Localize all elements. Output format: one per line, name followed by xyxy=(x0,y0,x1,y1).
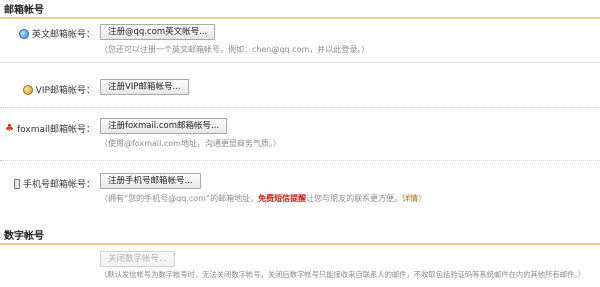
foxmail-logo-icon: ♣ xyxy=(5,122,14,134)
english-account-label: 英文邮箱帐号： xyxy=(31,30,95,40)
foxmail-account-label-row: ♣ foxmail邮箱帐号： xyxy=(4,122,95,135)
mobile-account-hint: （拥有“您的手机号@qq.com”的邮箱地址，免费短信提醒让您与朋友的联系更方便… xyxy=(100,193,426,204)
english-account-label-row: 英文邮箱帐号： xyxy=(18,27,95,40)
digit-account-header: 数字帐号 xyxy=(0,226,600,245)
digit-account-title: 数字帐号 xyxy=(4,231,44,242)
register-foxmail-account-button[interactable]: 注册foxmail.com邮箱帐号... xyxy=(100,118,228,134)
vip-account-label-row: VIP邮箱帐号： xyxy=(22,83,95,96)
mobile-hint-end: ） xyxy=(418,194,427,203)
details-link[interactable]: 详情 xyxy=(402,194,418,203)
foxmail-account-label: foxmail邮箱帐号： xyxy=(16,125,95,135)
mobile-hint-prefix: （拥有“您的手机号@qq.com”的邮箱地址， xyxy=(100,194,259,203)
english-account-hint: （您还可以注册一个英文邮箱帐号，例如：chen@qq.com，并以此登录。） xyxy=(100,45,370,54)
divider xyxy=(0,62,600,63)
mail-accounts-title: 邮箱帐号 xyxy=(4,5,44,16)
mobile-phone-icon xyxy=(13,178,20,189)
foxmail-account-hint: （使用@foxmail.com地址，沟通更显商务气质。） xyxy=(100,139,281,148)
register-english-account-button[interactable]: 注册@qq.com英文帐号... xyxy=(100,24,216,40)
mobile-account-label: 手机号邮箱帐号： xyxy=(22,180,95,190)
mobile-hint-suffix: 让您与朋友的联系更方便。 xyxy=(306,194,403,203)
register-mobile-account-button[interactable]: 注册手机号邮箱帐号... xyxy=(100,173,201,189)
register-vip-account-button[interactable]: 注册VIP邮箱帐号... xyxy=(100,79,189,95)
mail-accounts-header: 邮箱帐号 xyxy=(0,0,600,19)
divider xyxy=(0,160,600,161)
vip-badge-icon xyxy=(22,84,33,95)
close-digit-account-button[interactable]: 关闭数字帐号... xyxy=(100,251,176,267)
digit-account-hint: （默认发信帐号为数字帐号时，无法关闭数字帐号。关闭后数字帐号只能接收来自联系人的… xyxy=(100,270,586,279)
mobile-account-label-row: 手机号邮箱帐号： xyxy=(13,177,95,190)
divider xyxy=(0,107,600,108)
vip-account-label: VIP邮箱帐号： xyxy=(35,86,95,96)
free-sms-highlight: 免费短信提醒 xyxy=(258,194,307,203)
globe-icon xyxy=(18,28,29,39)
